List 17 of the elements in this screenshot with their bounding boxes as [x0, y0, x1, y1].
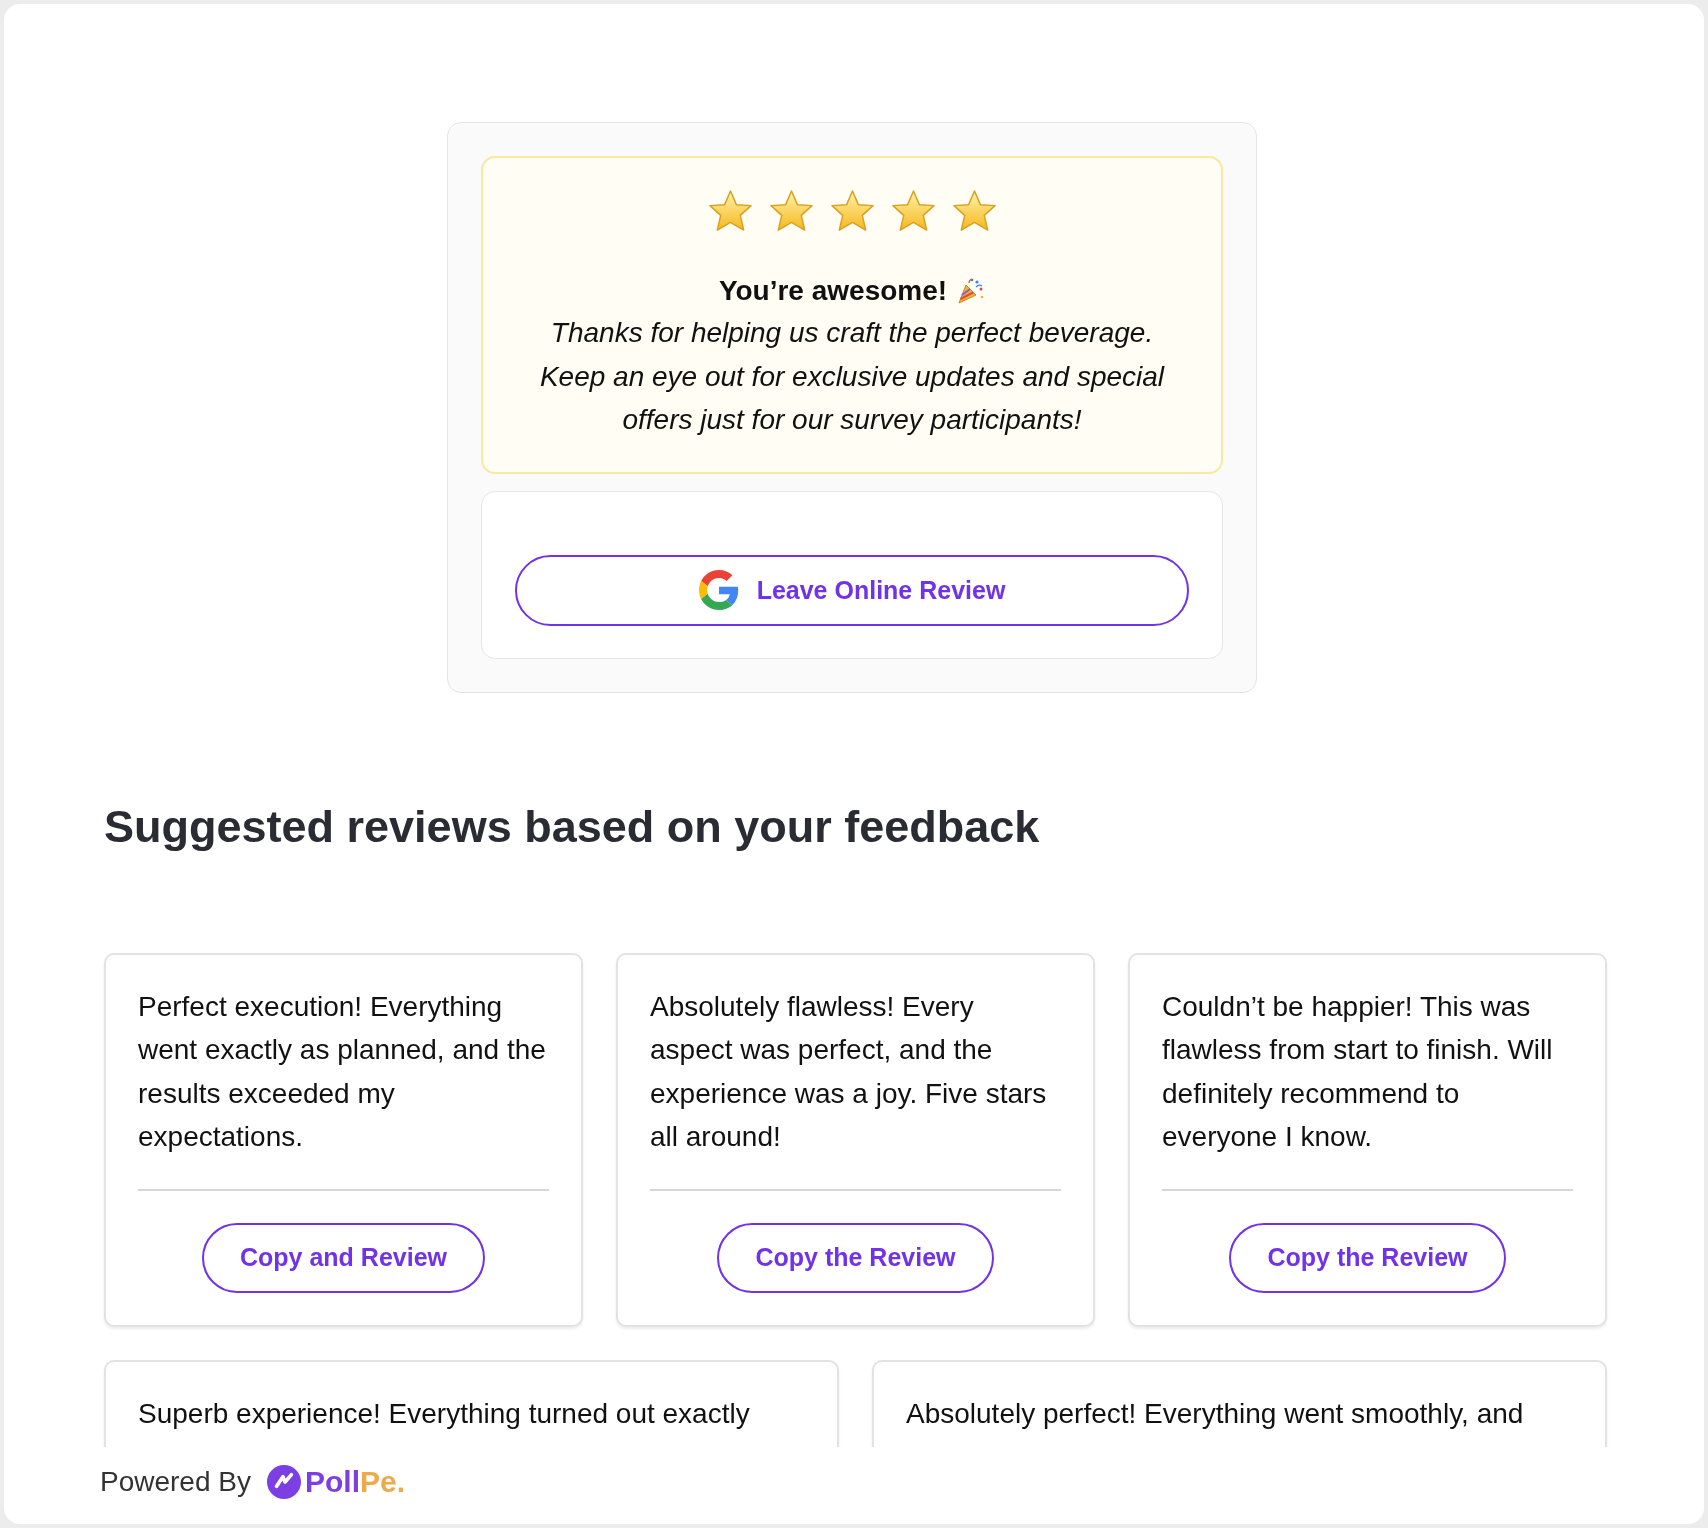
- copy-review-button[interactable]: Copy the Review: [1229, 1222, 1506, 1293]
- google-logo-icon: [698, 570, 739, 610]
- party-popper-icon: [955, 276, 986, 306]
- copy-review-button[interactable]: Copy and Review: [202, 1222, 485, 1293]
- review-text: Couldn’t be happier! This was flawless from start to finish. Will definitely recommend to everyone I know.: [1162, 989, 1554, 1154]
- review-text: Absolutely perfect! Everything went smoothly, and: [906, 1396, 1525, 1431]
- powered-by-label: Powered By: [100, 1466, 251, 1498]
- brand-wordmark: PollPe.: [304, 1465, 405, 1499]
- thanks-message: Thanks for helping us craft the perfect beverage. Keep an eye out for exclusive updates and special offers just for our survey participants!: [538, 316, 1166, 437]
- thanks-title: You’re awesome!: [718, 274, 948, 308]
- copy-review-button[interactable]: Copy the Review: [717, 1222, 994, 1293]
- brand-logo-icon: [266, 1465, 301, 1499]
- review-text: Superb experience! Everything turned out exactly: [138, 1396, 751, 1431]
- review-text: Absolutely flawless! Every aspect was perfect, and the experience was a joy. Five stars all around!: [650, 989, 1048, 1154]
- section-heading: Suggested reviews based on your feedback: [104, 799, 1041, 854]
- leave-review-button[interactable]: Leave Online Review: [515, 554, 1189, 626]
- review-text: Perfect execution! Everything went exactly as planned, and the results exceeded my expectations.: [138, 989, 547, 1154]
